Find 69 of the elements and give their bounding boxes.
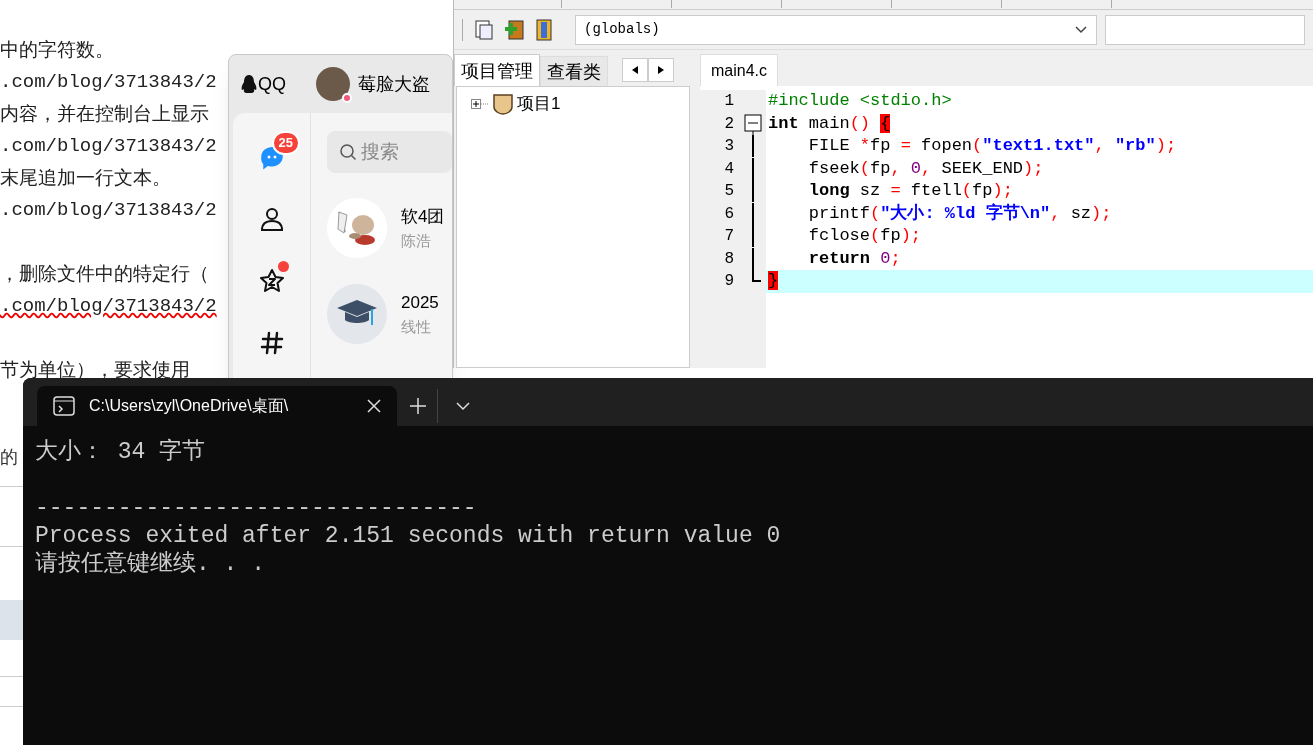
unread-badge: 25: [271, 131, 300, 155]
document-text: 内容，并在控制台上显示: [0, 102, 209, 126]
panel-tab[interactable]: 项目管理: [454, 54, 540, 86]
code-line: long sz = ftell(fp);: [807, 180, 1013, 203]
document-text: ，删除文件中的特定行（: [0, 262, 209, 286]
chat-item[interactable]: 2025 线性: [327, 283, 452, 345]
expand-icon[interactable]: [471, 98, 489, 110]
favorites-icon[interactable]: [257, 267, 286, 295]
code-line: return 0;: [807, 247, 901, 270]
project-icon: [491, 92, 515, 116]
search-icon: [339, 143, 357, 161]
line-number: 5: [723, 181, 734, 203]
line-number: 9: [723, 271, 734, 293]
app-name: QQ: [258, 72, 286, 96]
line-number: 1: [723, 91, 734, 113]
terminal-tab[interactable]: C:\Users\zyl\OneDrive\桌面\: [37, 386, 397, 426]
code-editor[interactable]: 1 2 3 4 5 6 7 8 9 #include <stdio.h> int main() { FILE *fp = fopen("text1.txt", "rb"); fseek(fp, 0, SEEK_END); long sz = ftell(fp); printf("大小: %ld 字节\n", sz); fclose(fp); return 0; }: [700, 86, 1313, 368]
tab-title: C:\Users\zyl\OneDrive\桌面\: [89, 396, 290, 416]
tree-item[interactable]: 项目1: [471, 91, 689, 117]
blog-link[interactable]: .com/blog/3713843/2: [0, 130, 217, 162]
editor-tab[interactable]: main4.c: [700, 54, 779, 86]
blog-link[interactable]: .com/blog/3713843/2: [0, 290, 217, 322]
code-line: fclose(fp);: [807, 225, 922, 248]
chat-name: 软4团: [401, 206, 445, 228]
chat-name: 2025: [401, 292, 439, 314]
line-number: 7: [723, 226, 734, 248]
chat-preview: 线性: [401, 317, 432, 337]
blog-link[interactable]: .com/blog/3713843/2: [0, 66, 217, 98]
console-output: 请按任意键继续. . .: [35, 550, 266, 578]
line-number: 3: [723, 136, 734, 158]
chevron-down-icon: [1074, 24, 1088, 35]
code-line: fseek(fp, 0, SEEK_END);: [807, 157, 1044, 180]
document-text: 末尾追加一行文本。: [0, 166, 171, 190]
console-output: 大小： 34 字节: [35, 438, 207, 466]
avatar[interactable]: [316, 67, 350, 101]
document-text: 的: [0, 446, 18, 469]
chat-preview: 陈浩: [401, 231, 432, 251]
new-tab-icon[interactable]: [409, 397, 427, 415]
chat-item[interactable]: 软4团 陈浩: [327, 197, 452, 259]
document-text: 中的字符数。: [0, 38, 114, 62]
penguin-icon: [241, 74, 257, 94]
line-number: 2: [723, 113, 734, 135]
code-line: printf("大小: %ld 字节\n", sz);: [807, 202, 1112, 225]
panel-tab[interactable]: 查看类: [540, 56, 608, 86]
line-number: 4: [723, 158, 734, 180]
scope-dropdown[interactable]: (globals): [575, 14, 1097, 45]
tree-label: 项目1: [517, 93, 561, 116]
add-file-icon[interactable]: [503, 18, 525, 41]
close-icon[interactable]: [367, 399, 381, 413]
user-name: 莓脸大盗: [358, 72, 430, 96]
table-row: [0, 600, 23, 640]
status-icon: [342, 93, 352, 103]
code-line: FILE *fp = fopen("text1.txt", "rb");: [807, 135, 1177, 158]
caret-right-icon: [658, 66, 664, 74]
book-icon[interactable]: [533, 18, 555, 41]
line-number: 8: [723, 248, 734, 270]
fold-toggle-icon[interactable]: [744, 112, 762, 135]
console-icon: [53, 396, 75, 416]
separator-line: --------------------------------: [35, 494, 478, 522]
window-icon[interactable]: [473, 18, 495, 41]
fold-end-line: [752, 270, 761, 283]
blog-link[interactable]: .com/blog/3713843/2: [0, 194, 217, 226]
scroll-left-button[interactable]: [622, 58, 648, 82]
code-line: #include <stdio.h>: [768, 90, 952, 113]
line-number: 6: [723, 203, 734, 225]
scroll-right-button[interactable]: [648, 58, 674, 82]
console-output: Process exited after 2.151 seconds with return value 0: [35, 522, 782, 550]
caret-left-icon: [632, 66, 638, 74]
code-line: int main() {: [768, 112, 891, 135]
